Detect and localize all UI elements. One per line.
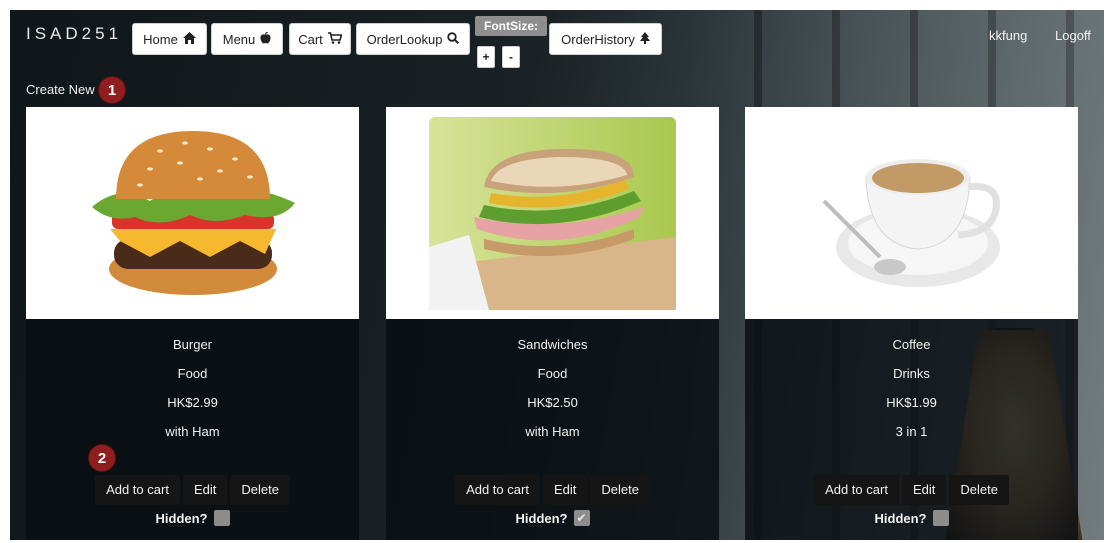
annotation-marker-1: 1	[98, 76, 126, 104]
edit-button[interactable]: Edit	[901, 475, 947, 505]
hidden-toggle-row: Hidden?	[745, 510, 1078, 526]
product-actions: Add to cart Edit Delete	[386, 475, 719, 505]
hidden-checkbox[interactable]: ✔	[573, 510, 590, 526]
sandwich-image	[429, 117, 676, 310]
product-category: Food	[537, 366, 568, 381]
product-card-burger: Burger Food HK$2.99 with Ham Add to cart…	[26, 107, 359, 540]
hidden-checkbox[interactable]	[932, 510, 949, 526]
hidden-label: Hidden?	[874, 510, 927, 526]
edit-button[interactable]: Edit	[182, 475, 228, 505]
product-name: Burger	[172, 337, 213, 352]
product-actions: Add to cart Edit Delete	[26, 475, 359, 505]
delete-button[interactable]: Delete	[590, 475, 650, 505]
coffee-image	[818, 117, 1003, 310]
apple-icon	[260, 31, 271, 47]
burger-image	[40, 119, 346, 311]
product-name: Sandwiches	[517, 337, 588, 352]
product-price: HK$2.99	[167, 395, 218, 410]
page-background: ISAD251 Home Menu Cart OrderLookup FontS…	[10, 10, 1104, 540]
product-category: Food	[177, 366, 208, 381]
delete-button[interactable]: Delete	[230, 475, 290, 505]
add-to-cart-button[interactable]: Add to cart	[455, 475, 540, 505]
font-decrease-button[interactable]: -	[502, 46, 520, 68]
brand-logo[interactable]: ISAD251	[26, 24, 122, 44]
nav-cart-label: Cart	[298, 31, 323, 47]
product-card-coffee: Coffee Drinks HK$1.99 3 in 1 Add to cart…	[745, 107, 1078, 540]
font-size-panel: FontSize: + -	[475, 16, 547, 72]
product-actions: Add to cart Edit Delete	[745, 475, 1078, 505]
hidden-label: Hidden?	[155, 510, 208, 526]
nav-orderlookup-button[interactable]: OrderLookup	[356, 23, 470, 55]
product-price: HK$2.50	[527, 395, 578, 410]
product-card-sandwiches: Sandwiches Food HK$2.50 with Ham Add to …	[386, 107, 719, 540]
username-link[interactable]: kkfung	[989, 28, 1027, 43]
product-note: with Ham	[525, 424, 580, 439]
hidden-checkbox[interactable]	[213, 510, 230, 526]
product-image-frame	[745, 107, 1078, 319]
delete-button[interactable]: Delete	[949, 475, 1009, 505]
home-icon	[182, 31, 196, 47]
font-size-label: FontSize:	[475, 16, 547, 36]
product-note: with Ham	[165, 424, 220, 439]
product-category: Drinks	[893, 366, 930, 381]
nav-orderlookup-label: OrderLookup	[366, 31, 443, 47]
hidden-label: Hidden?	[515, 510, 568, 526]
create-new-link[interactable]: Create New	[26, 82, 95, 97]
cart-icon	[327, 31, 343, 47]
navbar: ISAD251 Home Menu Cart OrderLookup FontS…	[10, 10, 1104, 72]
product-info: Burger Food HK$2.99 with Ham	[26, 319, 359, 540]
product-price: HK$1.99	[886, 395, 937, 410]
product-info: Coffee Drinks HK$1.99 3 in 1	[745, 319, 1078, 540]
nav-menu-button[interactable]: Menu	[211, 23, 283, 55]
product-note: 3 in 1	[895, 424, 928, 439]
nav-orderhistory-button[interactable]: OrderHistory	[549, 23, 662, 55]
edit-button[interactable]: Edit	[542, 475, 588, 505]
annotation-marker-2: 2	[88, 444, 116, 472]
product-image-frame	[26, 107, 359, 319]
font-increase-button[interactable]: +	[477, 46, 495, 68]
product-name: Coffee	[892, 337, 931, 352]
nav-cart-button[interactable]: Cart	[289, 23, 351, 55]
add-to-cart-button[interactable]: Add to cart	[95, 475, 180, 505]
add-to-cart-button[interactable]: Add to cart	[814, 475, 899, 505]
tree-icon	[639, 31, 650, 47]
hidden-toggle-row: Hidden? ✔	[386, 510, 719, 526]
hidden-toggle-row: Hidden?	[26, 510, 359, 526]
product-info: Sandwiches Food HK$2.50 with Ham	[386, 319, 719, 540]
product-image-frame	[386, 107, 719, 319]
nav-home-label: Home	[143, 31, 178, 47]
nav-home-button[interactable]: Home	[132, 23, 207, 55]
nav-menu-label: Menu	[222, 31, 256, 47]
logoff-link[interactable]: Logoff	[1055, 28, 1091, 43]
nav-orderhistory-label: OrderHistory	[561, 31, 635, 47]
search-icon	[447, 31, 460, 47]
